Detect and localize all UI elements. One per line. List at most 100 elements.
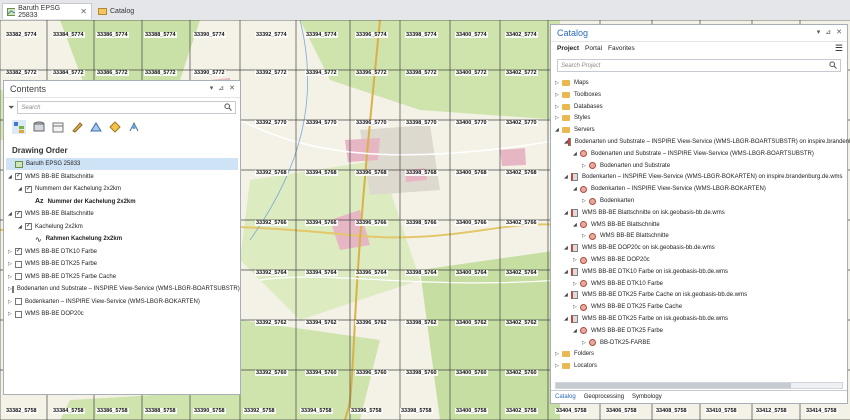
layer-visibility-checkbox[interactable]: ✓ [15, 173, 22, 180]
contents-layer-item[interactable]: ∿ Rahmen Kachelung 2x2km [28, 233, 238, 245]
tab-geoprocessing[interactable]: Geoprocessing [584, 394, 624, 400]
layer-visibility-checkbox[interactable]: ✓ [25, 223, 32, 230]
layer-visibility-checkbox[interactable] [11, 285, 14, 293]
catalog-item[interactable]: ◢ Servers [555, 124, 845, 136]
collapsed-triangle-icon[interactable]: ▷ [555, 80, 562, 86]
catalog-item[interactable]: ▷ Maps [555, 77, 845, 89]
layer-visibility-checkbox[interactable] [15, 260, 22, 268]
list-by-drawing-order-icon[interactable] [12, 120, 26, 134]
contents-layer-item[interactable]: Az Nummer der Kachelung 2x2km [28, 196, 238, 208]
close-icon[interactable]: ✕ [836, 28, 842, 36]
contents-layer-item[interactable]: ▷ WMS BB-BE DOP20c [8, 308, 238, 320]
catalog-item[interactable]: ▷ Toolboxes [555, 89, 845, 101]
catalog-search-input[interactable]: Search Project [557, 59, 841, 72]
tab-catalog[interactable]: Catalog [555, 394, 576, 400]
contents-layer-item[interactable]: Baruth EPSG 25833 [6, 158, 238, 170]
catalog-item[interactable]: ◢ WMS BB-BE DOP20c on isk.geobasis-bb.de.… [564, 242, 845, 254]
layer-visibility-checkbox[interactable] [15, 310, 22, 318]
catalog-item[interactable]: ▷ WMS BB-BE DTK10 Farbe [573, 278, 845, 290]
list-by-selection-icon[interactable] [52, 121, 64, 133]
catalog-item[interactable]: ◢ WMS BB-BE DTK25 Farbe on isk.geobasis-b… [564, 313, 845, 325]
expanded-triangle-icon[interactable]: ◢ [8, 174, 15, 180]
expanded-triangle-icon[interactable]: ◢ [573, 222, 580, 228]
catalog-item[interactable]: ▷ Bodenarten und Substrate [582, 160, 845, 172]
scrollbar-thumb[interactable] [556, 383, 791, 388]
collapsed-triangle-icon[interactable]: ▷ [8, 261, 15, 267]
expanded-triangle-icon[interactable]: ◢ [18, 186, 25, 192]
expanded-triangle-icon[interactable]: ◢ [564, 174, 571, 180]
chevron-down-icon[interactable]: ▾ [817, 28, 821, 36]
expanded-triangle-icon[interactable]: ◢ [564, 210, 571, 216]
collapsed-triangle-icon[interactable]: ▷ [573, 281, 580, 287]
catalog-item[interactable]: ◢ Bodenkarten – INSPIRE View-Service (WMS… [573, 183, 845, 195]
contents-layer-item[interactable]: ▷ Bodenarten und Substrate – INSPIRE View… [8, 283, 240, 295]
catalog-item[interactable]: ◢ Bodenarten und Substrate – INSPIRE View… [573, 148, 845, 160]
collapsed-triangle-icon[interactable]: ▷ [582, 163, 589, 169]
expanded-triangle-icon[interactable]: ◢ [564, 269, 571, 275]
expanded-triangle-icon[interactable]: ◢ [555, 127, 562, 133]
expanded-triangle-icon[interactable]: ◢ [564, 316, 571, 322]
catalog-item[interactable]: ◢ WMS BB-BE Blattschnitte [573, 219, 845, 231]
expanded-triangle-icon[interactable]: ◢ [573, 151, 580, 157]
contents-layer-item[interactable]: ▷ Bodenkarten – INSPIRE View-Service (WMS… [8, 296, 238, 308]
catalog-item[interactable]: ▷ Databases [555, 101, 845, 113]
search-icon[interactable] [224, 103, 232, 111]
menu-icon[interactable]: ☰ [835, 43, 843, 54]
list-by-source-icon[interactable] [33, 121, 45, 133]
close-icon[interactable]: ✕ [80, 7, 87, 16]
layer-visibility-checkbox[interactable]: ✓ [25, 185, 32, 193]
expanded-triangle-icon[interactable]: ◢ [18, 224, 25, 230]
collapsed-triangle-icon[interactable]: ▷ [8, 299, 15, 305]
catalog-item[interactable]: ◢ WMS BB-BE DTK25 Farbe [573, 325, 845, 337]
catalog-item[interactable]: ◢ Bodenarten und Substrate – INSPIRE View… [564, 136, 850, 148]
collapsed-triangle-icon[interactable]: ▷ [573, 257, 580, 263]
contents-layer-item[interactable]: ◢ ✓ Nummern der Kachelung 2x2km [18, 183, 238, 195]
expanded-triangle-icon[interactable]: ◢ [573, 186, 580, 192]
chevron-down-icon[interactable]: ▾ [210, 84, 214, 92]
collapsed-triangle-icon[interactable]: ▷ [8, 274, 15, 280]
list-by-labeling-icon[interactable] [109, 121, 121, 133]
layer-visibility-checkbox[interactable] [15, 273, 22, 280]
layer-visibility-checkbox[interactable] [15, 298, 22, 305]
contents-search-input[interactable]: Search [17, 101, 236, 114]
tab-favorites[interactable]: Favorites [608, 45, 635, 52]
collapsed-triangle-icon[interactable]: ▷ [582, 198, 589, 204]
filter-icon[interactable]: ⏷ [8, 103, 14, 113]
catalog-item[interactable]: ▷ WMS BB-BE DOP20c [573, 254, 845, 266]
collapsed-triangle-icon[interactable]: ▷ [555, 351, 562, 357]
catalog-item[interactable]: ▷ Locators [555, 360, 845, 372]
tab-project[interactable]: Project [557, 45, 579, 52]
collapsed-triangle-icon[interactable]: ▷ [555, 115, 562, 121]
collapsed-triangle-icon[interactable]: ▷ [582, 340, 589, 346]
expanded-triangle-icon[interactable]: ◢ [564, 292, 571, 298]
tab-map-baruth[interactable]: Baruth EPSG 25833 ✕ [2, 3, 92, 19]
list-by-editing-icon[interactable] [71, 121, 83, 133]
catalog-item[interactable]: ◢ WMS BB-BE Blattschnitte on isk.geobasis… [564, 207, 845, 219]
pin-icon[interactable]: ⊿ [825, 28, 831, 36]
expanded-triangle-icon[interactable]: ◢ [564, 245, 571, 251]
catalog-item[interactable]: ▷ BB-DTK25-FARBE [582, 337, 845, 349]
tab-catalog[interactable]: Catalog [94, 3, 144, 19]
catalog-item[interactable]: ◢ Bodenkarten – INSPIRE View-Service (WMS… [564, 171, 845, 183]
close-icon[interactable]: ✕ [229, 84, 235, 92]
collapsed-triangle-icon[interactable]: ▷ [8, 311, 15, 317]
horizontal-scrollbar[interactable] [555, 382, 843, 389]
collapsed-triangle-icon[interactable]: ▷ [555, 104, 562, 110]
catalog-item[interactable]: ▷ WMS BB-BE Blattschnitte [582, 230, 845, 242]
search-icon[interactable] [829, 61, 837, 69]
contents-layer-item[interactable]: ◢ ✓ Kachelung 2x2km [18, 221, 238, 233]
contents-layer-item[interactable]: ▷ ✓ WMS BB-BE DTK10 Farbe [8, 246, 238, 258]
collapsed-triangle-icon[interactable]: ▷ [573, 304, 580, 310]
catalog-item[interactable]: ◢ WMS BB-BE DTK10 Farbe on isk.geobasis-b… [564, 266, 845, 278]
catalog-item[interactable]: ▷ WMS BB-BE DTK25 Farbe Cache [573, 301, 845, 313]
collapsed-triangle-icon[interactable]: ▷ [555, 363, 562, 369]
list-by-perspective-icon[interactable] [128, 121, 140, 133]
contents-layer-item[interactable]: ▷ WMS BB-BE DTK25 Farbe Cache [8, 271, 238, 283]
layer-visibility-checkbox[interactable]: ✓ [15, 210, 22, 218]
collapsed-triangle-icon[interactable]: ▷ [8, 249, 15, 255]
catalog-item[interactable]: ▷ Folders [555, 348, 845, 360]
catalog-item[interactable]: ▷ Bodenkarten [582, 195, 845, 207]
contents-layer-item[interactable]: ◢ ✓ WMS BB-BE Blattschnitte [8, 171, 238, 183]
collapsed-triangle-icon[interactable]: ▷ [582, 233, 589, 239]
list-by-snapping-icon[interactable] [90, 121, 102, 133]
